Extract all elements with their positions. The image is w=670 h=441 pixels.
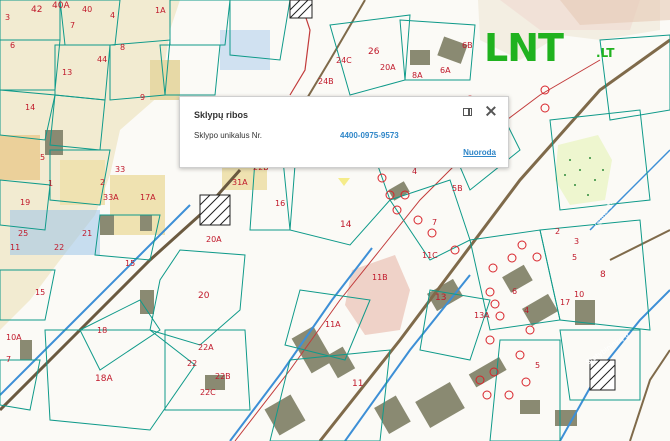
parcel-label: 25 [18,229,28,238]
parcel-label: 33A [103,193,119,202]
parcel-label: 20A [206,235,222,244]
parcel-label: 22 [187,359,197,368]
parcel-label: 17A [140,193,156,202]
parcel-label: 7 [70,21,75,30]
parcel-label: 16 [275,199,285,208]
parcel-label: 13 [435,293,446,303]
maximize-icon[interactable] [463,108,472,116]
nuoroda-link[interactable]: Nuoroda [463,148,496,157]
parcel-label: 13 [62,68,72,77]
parcel-label: 22B [215,372,231,381]
parcel-label: 4 [524,306,529,315]
parcel-label: 24C [336,56,352,65]
parcel-label: 11 [352,379,363,389]
parcel-label: 7 [432,218,437,227]
parcel-label: 5 [572,253,577,262]
parcel-label: 31A [232,178,248,187]
parcel-label: 15 [125,259,135,268]
parcel-label: 1 [48,179,53,188]
close-icon[interactable] [485,105,497,117]
parcel-label: 22 [54,243,64,252]
parcel-label: 40 [82,5,92,14]
parcel-label: 7 [6,355,11,364]
parcel-label: 9 [140,93,145,102]
parcel-id-value: 4400-0975-9573 [340,131,399,140]
parcel-label: 18A [95,374,113,384]
parcel-label: 8A [412,71,423,80]
parcel-label: 33 [115,165,125,174]
parcel-label: 42 [31,5,42,15]
parcel-label: 4 [110,11,115,20]
parcel-label: 6 [512,287,517,296]
parcel-label: 11 [10,243,20,252]
parcel-label: 10 [574,290,584,299]
parcel-label: 8 [600,270,606,280]
parcel-label: 3 [5,13,10,22]
parcel-label: 20 [198,291,210,301]
parcel-label: 6 [10,41,15,50]
parcel-id-label: Sklypo unikalus Nr. [194,131,263,140]
parcel-label: 20A [380,63,396,72]
parcel-label: 6A [440,66,451,75]
parcel-label: 5 [40,153,45,162]
parcel-label: 10A [6,333,22,342]
lnt-logo: LNT .LT [484,28,624,68]
logo-tld-text: .LT [596,46,615,60]
parcel-label: 8 [120,43,125,52]
parcel-label: 44 [97,55,107,64]
logo-main-text: LNT [484,26,564,70]
parcel-label: 26 [368,47,380,57]
parcel-label: 13A [474,311,490,320]
parcel-label: 5 [535,361,540,370]
parcel-label: 3 [574,237,579,246]
parcel-label: 40A [52,1,70,11]
parcel-label: 2 [555,227,560,236]
parcel-label: 14 [25,103,35,112]
parcel-label: 15 [35,288,45,297]
parcel-label: 2 [100,178,105,187]
parcel-label: 6B [462,41,473,50]
parcel-label: 1A [155,6,166,15]
parcel-label: 18 [97,326,107,335]
popup-title: Sklypų ribos [194,110,249,120]
parcel-label: 17 [560,298,570,307]
parcel-label: 11A [325,320,341,329]
parcel-label: 22A [198,343,214,352]
parcel-label: 5B [452,184,463,193]
parcel-label: 14 [340,220,352,230]
map-viewport[interactable]: 42 40A 1A 3 4 6 7 8 9 14 13 5 2 11 15 26… [0,0,670,441]
parcel-label: 11C [422,251,438,260]
parcel-label: 24B [318,77,334,86]
parcel-label: 22C [200,388,216,397]
parcel-label: 19 [20,198,30,207]
parcel-label: 4 [412,167,417,176]
parcel-label: 11B [372,273,388,282]
parcel-label: 21 [82,229,92,238]
parcel-info-popup: Sklypų ribos Sklypo unikalus Nr. 4400-09… [179,96,509,168]
